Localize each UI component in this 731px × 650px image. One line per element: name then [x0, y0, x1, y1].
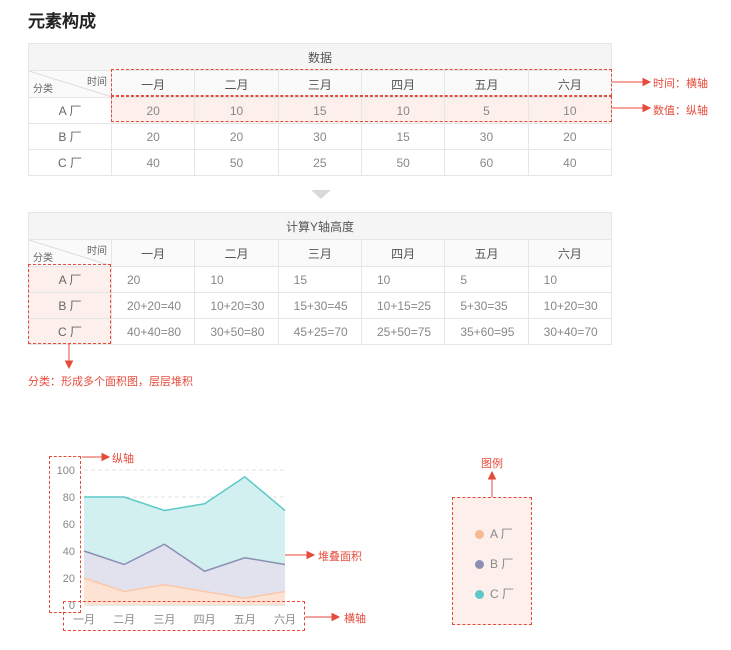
legend-dot-icon [475, 530, 484, 539]
legend-item: B 厂 [475, 555, 513, 572]
y-tick-label: 40 [63, 546, 75, 558]
chart-areas [83, 475, 286, 605]
legend-dot-icon [475, 590, 484, 599]
legend-dot-icon [475, 560, 484, 569]
legend-item: C 厂 [475, 585, 514, 602]
stacked-area-chart: 0 20 40 60 80 100 一月 二月 三月 四月 五月 六月 [57, 465, 296, 626]
y-tick-label: 60 [63, 519, 75, 531]
x-tick-label: 四月 [194, 614, 216, 626]
legend-box: A 厂 B 厂 C 厂 [452, 497, 532, 625]
legend-item: A 厂 [475, 525, 513, 542]
y-tick-label: 80 [63, 492, 75, 504]
y-tick-label: 0 [69, 600, 75, 612]
legend-label: C 厂 [490, 587, 515, 601]
y-tick-label: 100 [57, 465, 75, 477]
legend-label: B 厂 [490, 557, 514, 571]
x-tick-label: 一月 [73, 614, 95, 626]
y-tick-label: 20 [63, 573, 75, 585]
legend-label: A 厂 [490, 527, 513, 541]
x-tick-label: 五月 [234, 614, 256, 626]
x-tick-label: 六月 [274, 613, 296, 626]
x-tick-label: 二月 [113, 614, 135, 626]
x-tick-label: 三月 [153, 614, 175, 626]
